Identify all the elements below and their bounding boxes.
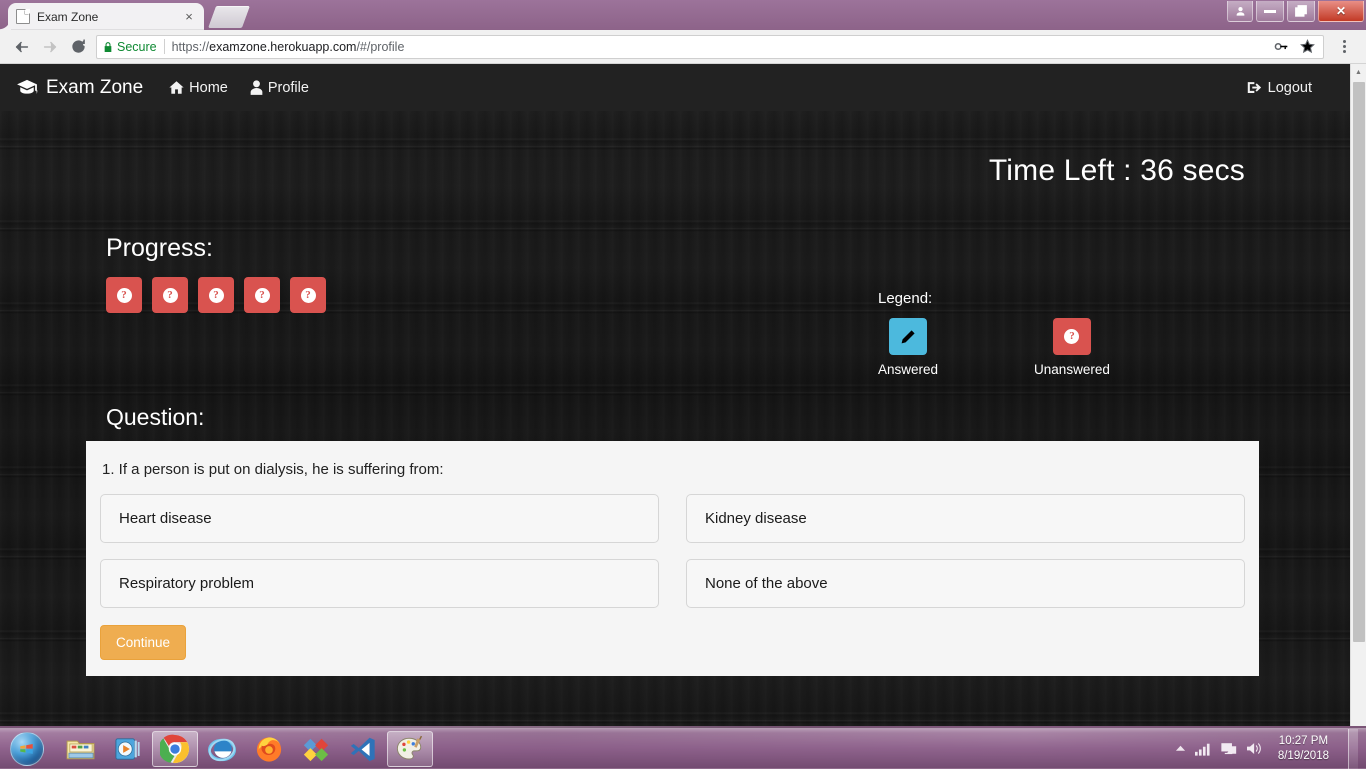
forward-arrow-icon[interactable] — [36, 33, 64, 61]
app-navbar: Exam Zone Home Profile — [0, 64, 1350, 111]
question-circle-icon: ? — [117, 288, 132, 303]
legend-badge-unanswered: ? — [1053, 318, 1091, 355]
taskbar-item-windows-media-player[interactable] — [105, 731, 151, 767]
taskbar-item-file-explorer[interactable] — [58, 731, 104, 767]
question-circle-icon: ? — [301, 288, 316, 303]
taskbar-item-visual-studio-code[interactable] — [340, 731, 386, 767]
answer-option-2[interactable]: Kidney disease — [686, 494, 1245, 543]
show-desktop-button[interactable] — [1348, 729, 1358, 769]
legend-badge-answered — [889, 318, 927, 355]
url-text: https://examzone.herokuapp.com/#/profile — [172, 40, 405, 54]
clock-date: 8/19/2018 — [1278, 749, 1329, 764]
nav-link-profile-label: Profile — [268, 80, 309, 96]
close-icon[interactable]: × — [182, 10, 196, 24]
progress-badges: ? ? ? ? ? — [106, 277, 326, 313]
question-heading: Question: — [106, 404, 204, 431]
legend-label-unanswered: Unanswered — [1034, 362, 1110, 377]
start-button[interactable] — [3, 730, 50, 768]
network-icon[interactable] — [1221, 741, 1237, 756]
bookmark-star-icon[interactable] — [1300, 39, 1315, 54]
signal-bars-icon[interactable] — [1195, 742, 1212, 756]
omnibox-divider — [164, 39, 165, 54]
answer-option-3[interactable]: Respiratory problem — [100, 559, 659, 608]
question-text: 1. If a person is put on dialysis, he is… — [102, 461, 1245, 478]
browser-toolbar: Secure https://examzone.herokuapp.com/#/… — [0, 30, 1366, 64]
windows-logo-icon — [10, 732, 44, 766]
nav-link-home[interactable]: Home — [169, 80, 228, 96]
legend-item-answered: Answered — [878, 318, 938, 377]
answer-option-1[interactable]: Heart disease — [100, 494, 659, 543]
legend-title: Legend: — [878, 290, 1110, 307]
show-hidden-icons-arrow[interactable] — [1175, 744, 1186, 753]
restore-button[interactable] — [1287, 1, 1315, 22]
browser-tabstrip: Exam Zone × ✕ — [0, 0, 1366, 30]
page-viewport: Exam Zone Home Profile — [0, 64, 1366, 726]
exam-page: Exam Zone Home Profile — [0, 64, 1350, 726]
taskbar-clock[interactable]: 10:27 PM 8/19/2018 — [1272, 734, 1335, 764]
key-icon[interactable] — [1274, 39, 1289, 54]
scrollbar-thumb[interactable] — [1353, 82, 1365, 642]
question-card: 1. If a person is put on dialysis, he is… — [86, 441, 1259, 676]
progress-badge-1[interactable]: ? — [106, 277, 142, 313]
legend-section: Legend: Answered ? Un — [878, 290, 1110, 377]
continue-button[interactable]: Continue — [100, 625, 186, 660]
sign-out-icon — [1247, 80, 1263, 95]
browser-tab-title: Exam Zone — [37, 10, 182, 24]
answer-options: Heart disease Kidney disease Respiratory… — [100, 494, 1245, 608]
window-controls: ✕ — [1224, 1, 1364, 23]
taskbar-item-internet-explorer[interactable] — [199, 731, 245, 767]
address-bar[interactable]: Secure https://examzone.herokuapp.com/#/… — [96, 35, 1324, 59]
answer-option-4[interactable]: None of the above — [686, 559, 1245, 608]
brand-exam-zone[interactable]: Exam Zone — [16, 77, 143, 99]
browser-window: Exam Zone × ✕ — [0, 0, 1366, 728]
system-tray: 10:27 PM 8/19/2018 — [1175, 729, 1366, 769]
pencil-icon — [900, 329, 916, 345]
page-icon — [16, 9, 30, 24]
taskbar-item-ms-paint[interactable] — [387, 731, 433, 767]
brand-label: Exam Zone — [46, 77, 143, 99]
reload-icon[interactable] — [64, 33, 92, 61]
home-icon — [169, 80, 184, 95]
question-circle-icon: ? — [1064, 329, 1079, 344]
progress-badge-5[interactable]: ? — [290, 277, 326, 313]
logout-button[interactable]: Logout — [1247, 80, 1312, 96]
nav-link-home-label: Home — [189, 80, 228, 96]
logout-label: Logout — [1268, 80, 1312, 96]
nav-link-profile[interactable]: Profile — [250, 80, 309, 96]
legend-item-unanswered: ? Unanswered — [1034, 318, 1110, 377]
minimize-button[interactable] — [1256, 1, 1284, 22]
lock-icon — [103, 41, 113, 53]
question-circle-icon: ? — [255, 288, 270, 303]
legend-label-answered: Answered — [878, 362, 938, 377]
taskbar-item-mozilla-firefox[interactable] — [246, 731, 292, 767]
user-profile-icon[interactable] — [1227, 1, 1253, 22]
page-scrollbar[interactable]: ▲ — [1350, 64, 1366, 726]
progress-section: Progress: ? ? ? ? ? — [106, 234, 326, 313]
taskbar-items — [58, 731, 433, 767]
graduation-cap-icon — [16, 79, 38, 97]
back-arrow-icon[interactable] — [8, 33, 36, 61]
browser-tab[interactable]: Exam Zone × — [8, 3, 204, 30]
close-window-button[interactable]: ✕ — [1318, 1, 1364, 22]
volume-icon[interactable] — [1246, 741, 1263, 756]
progress-title: Progress: — [106, 234, 326, 263]
progress-badge-2[interactable]: ? — [152, 277, 188, 313]
timer-display: Time Left : 36 secs — [989, 154, 1245, 188]
windows-taskbar: 10:27 PM 8/19/2018 — [0, 728, 1366, 768]
taskbar-item-visual-studio-installer[interactable] — [293, 731, 339, 767]
clock-time: 10:27 PM — [1278, 734, 1329, 749]
secure-label: Secure — [117, 40, 157, 54]
question-circle-icon: ? — [209, 288, 224, 303]
question-circle-icon: ? — [163, 288, 178, 303]
new-tab-button[interactable] — [208, 6, 250, 28]
progress-badge-3[interactable]: ? — [198, 277, 234, 313]
user-icon — [250, 80, 263, 95]
scroll-up-arrow-icon[interactable]: ▲ — [1351, 64, 1366, 81]
kebab-menu-icon[interactable] — [1330, 33, 1358, 61]
progress-badge-4[interactable]: ? — [244, 277, 280, 313]
taskbar-item-google-chrome[interactable] — [152, 731, 198, 767]
